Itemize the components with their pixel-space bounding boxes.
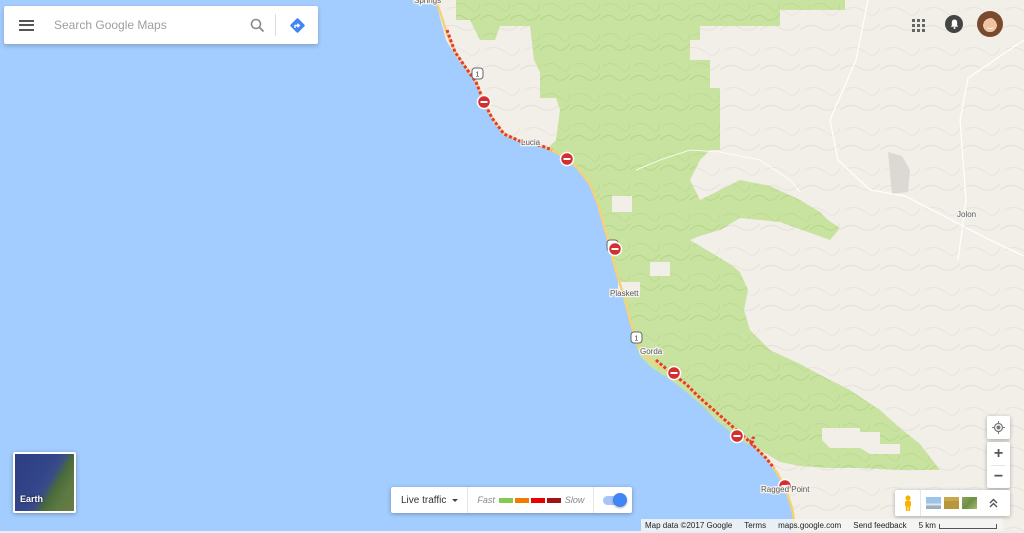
site-link[interactable]: maps.google.com (778, 521, 841, 530)
traffic-legend: Fast Slow (468, 487, 595, 513)
search-input[interactable] (48, 6, 239, 44)
place-label-springs[interactable]: Springs (413, 0, 443, 6)
apps-grid-icon (911, 18, 925, 32)
traffic-panel: Live traffic Fast Slow (391, 487, 632, 513)
highway-shield: 1 (471, 67, 484, 80)
bell-icon (950, 19, 958, 29)
svg-text:1: 1 (635, 336, 639, 343)
my-location-button[interactable] (987, 416, 1010, 439)
user-avatar[interactable] (977, 11, 1003, 37)
street-view-button[interactable] (895, 490, 921, 516)
map-footer: Map data ©2017 Google Terms maps.google.… (641, 519, 1003, 531)
hamburger-menu-icon (18, 19, 34, 31)
legend-swatch-very-slow (546, 497, 561, 503)
road-closure-icon[interactable] (729, 428, 745, 444)
road-closure-icon[interactable] (476, 94, 492, 110)
toggle-knob (613, 492, 628, 507)
imagery-thumbnail-3[interactable] (962, 497, 977, 509)
live-traffic-label: Live traffic (401, 494, 447, 506)
search-box (4, 6, 318, 44)
legend-slow-label: Slow (564, 495, 585, 505)
map-data-attribution: Map data ©2017 Google (645, 520, 733, 530)
road-closure-icon[interactable] (666, 365, 682, 381)
place-label-jolon[interactable]: Jolon (956, 209, 978, 221)
legend-swatch-slow (530, 497, 545, 503)
svg-text:1: 1 (476, 72, 480, 79)
directions-button[interactable] (276, 6, 318, 44)
apps-button[interactable] (907, 14, 929, 36)
toggle-track (603, 492, 628, 507)
scale-line (938, 523, 997, 529)
zoom-in-button[interactable]: + (987, 442, 1010, 465)
zoom-controls: + − (987, 442, 1010, 488)
zoom-out-button[interactable]: − (987, 465, 1010, 488)
notifications-button[interactable] (945, 15, 963, 33)
imagery-panel (895, 490, 1010, 516)
earth-view-toggle[interactable]: Earth (13, 452, 76, 513)
legend-fast-label: Fast (477, 495, 495, 505)
earth-label: Earth (20, 494, 44, 504)
road-closure-icon[interactable] (559, 151, 575, 167)
terms-link[interactable]: Terms (744, 521, 766, 530)
search-button[interactable] (239, 6, 275, 44)
send-feedback-link[interactable]: Send feedback (853, 521, 906, 530)
imagery-thumbnail-2[interactable] (944, 497, 959, 509)
scale-label: 5 km (918, 520, 936, 530)
zoom-divider (991, 465, 1006, 466)
expand-imagery-button[interactable] (977, 498, 1010, 508)
private-land (650, 262, 670, 276)
map-canvas[interactable]: 1 1 Springs Lucia Plaskett Gorda Ragged … (0, 0, 1024, 533)
traffic-toggle[interactable] (594, 487, 632, 513)
pegman-icon (904, 494, 911, 511)
place-label-ragged-point[interactable]: Ragged Point (760, 484, 812, 496)
place-label-lucia[interactable]: Lucia (520, 137, 542, 149)
my-location-icon (992, 421, 1005, 434)
place-label-plaskett[interactable]: Plaskett (609, 288, 641, 300)
legend-swatch-fast (498, 497, 513, 503)
road-closure-icon[interactable] (607, 241, 623, 257)
scale-bar[interactable]: 5 km (919, 521, 997, 530)
place-label-gorda[interactable]: Gorda (639, 346, 664, 358)
menu-button[interactable] (4, 6, 48, 44)
live-traffic-dropdown[interactable]: Live traffic (391, 487, 469, 513)
imagery-thumbnail-1[interactable] (926, 497, 941, 509)
private-land (612, 196, 632, 212)
double-chevron-up-icon (989, 498, 998, 508)
directions-icon (289, 17, 305, 33)
caret-down-icon (452, 498, 459, 502)
legend-swatch-medium (514, 497, 529, 503)
avatar-face (985, 18, 996, 32)
search-icon (250, 18, 264, 32)
highway-shield: 1 (630, 331, 643, 344)
